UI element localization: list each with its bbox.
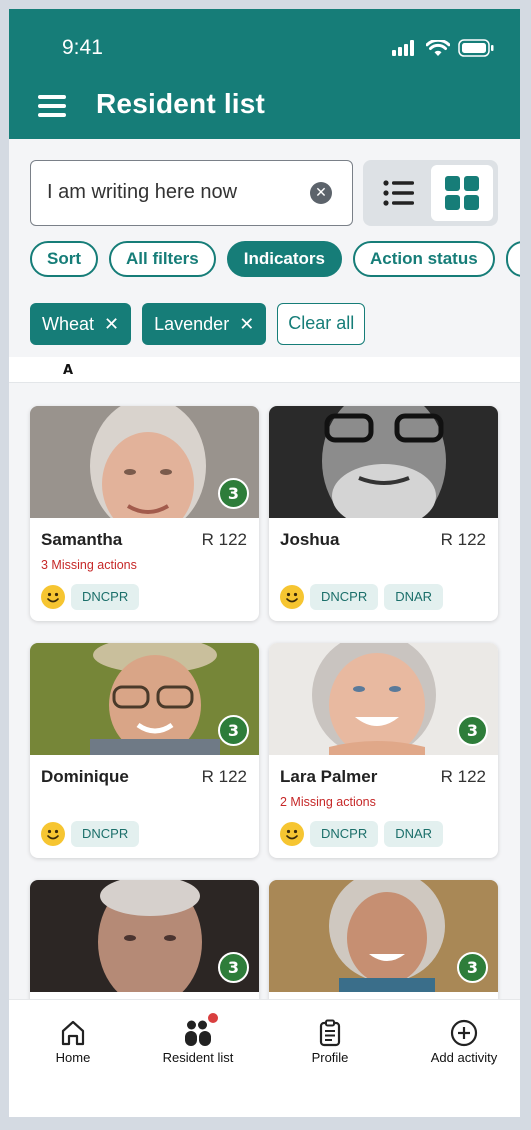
remove-filter-icon[interactable]: ✕ xyxy=(104,303,119,345)
chip-all-filters[interactable]: All filters xyxy=(109,241,216,277)
smiley-icon xyxy=(280,585,304,609)
resident-room: R 122 xyxy=(201,767,247,786)
bottom-navigation: Home Resident list Profile Add activity xyxy=(9,999,520,1117)
active-filters: Wheat ✕ Lavender ✕ Clear all xyxy=(30,303,366,345)
plus-circle-icon xyxy=(450,1019,478,1047)
page-title: Resident list xyxy=(96,88,266,119)
nav-home[interactable]: Home xyxy=(9,1000,137,1080)
search-input[interactable]: I am writing here now ✕ xyxy=(30,160,353,226)
nav-label: Profile xyxy=(311,1050,349,1065)
filter-tag-label: Wheat xyxy=(42,314,95,334)
missing-actions-text: 3 Missing actions xyxy=(41,558,137,572)
resident-room: R 122 xyxy=(201,530,247,549)
notification-count-badge: 3 xyxy=(218,715,249,746)
resident-room: R 122 xyxy=(440,767,486,786)
home-icon xyxy=(61,1020,85,1046)
signal-icon xyxy=(392,40,414,56)
nav-profile[interactable]: Profile xyxy=(266,1000,394,1080)
indicator-tag: DNCPR xyxy=(310,821,379,847)
residents-icon xyxy=(185,1020,211,1046)
resident-name: Lara Palmer xyxy=(280,767,378,786)
notification-count-badge: 3 xyxy=(218,952,249,983)
wifi-icon xyxy=(426,39,450,56)
nav-add-activity[interactable]: Add activity xyxy=(400,1000,520,1080)
smiley-icon xyxy=(280,822,304,846)
resident-card[interactable]: 3 Lara Palmer R 122 2 Missing actions DN… xyxy=(269,643,498,858)
smiley-icon xyxy=(41,822,65,846)
status-icons xyxy=(392,39,494,57)
list-view-button[interactable] xyxy=(369,166,429,220)
clear-search-icon[interactable]: ✕ xyxy=(310,182,332,204)
phone-screen: 9:41 Resident list I am writing here now… xyxy=(9,9,520,1117)
chip-sort[interactable]: Sort xyxy=(30,241,98,277)
resident-photo xyxy=(269,406,498,518)
resident-name: Dominique xyxy=(41,767,129,786)
nav-label: Home xyxy=(55,1050,91,1065)
notification-dot xyxy=(208,1013,218,1023)
indicator-row: DNCPR DNAR xyxy=(280,821,444,847)
resident-card[interactable]: 3 Samantha R 122 3 Missing actions DNCPR xyxy=(30,406,259,621)
clear-all-button[interactable]: Clear all xyxy=(277,303,366,345)
section-header: A xyxy=(9,357,520,383)
filter-chips: Sort All filters Indicators Action statu… xyxy=(30,241,520,277)
indicator-tag: DNCPR xyxy=(71,821,140,847)
grid-view-icon xyxy=(445,176,479,210)
status-time: 9:41 xyxy=(62,36,103,59)
chip-more[interactable] xyxy=(505,241,520,277)
chip-action-status[interactable]: Action status xyxy=(353,241,495,277)
indicator-tag: DNAR xyxy=(384,821,444,847)
smiley-icon xyxy=(41,585,65,609)
indicator-tag: DNCPR xyxy=(310,584,379,610)
indicator-tag: DNCPR xyxy=(71,584,140,610)
nav-label: Add activity xyxy=(430,1050,498,1065)
grid-view-button[interactable] xyxy=(431,165,493,221)
indicator-tag: DNAR xyxy=(384,584,444,610)
chip-indicators[interactable]: Indicators xyxy=(226,241,342,277)
resident-name: Joshua xyxy=(280,530,340,549)
view-toggle xyxy=(363,160,498,226)
filter-tag-lavender[interactable]: Lavender ✕ xyxy=(142,303,267,345)
resident-room: R 122 xyxy=(440,530,486,549)
notification-count-badge: 3 xyxy=(457,952,488,983)
filter-tag-label: Lavender xyxy=(154,314,230,334)
section-letter: A xyxy=(63,363,74,378)
notification-count-badge: 3 xyxy=(457,715,488,746)
battery-icon xyxy=(458,39,494,57)
indicator-row: DNCPR xyxy=(41,821,140,847)
notification-count-badge: 3 xyxy=(218,478,249,509)
resident-name: Samantha xyxy=(41,530,123,549)
indicator-row: DNCPR DNAR xyxy=(280,584,444,610)
resident-card[interactable]: 3 Dominique R 122 DNCPR xyxy=(30,643,259,858)
indicator-row: DNCPR xyxy=(41,584,140,610)
nav-label: Resident list xyxy=(162,1050,234,1065)
app-header: 9:41 Resident list xyxy=(9,9,520,139)
nav-resident-list[interactable]: Resident list xyxy=(134,1000,262,1080)
hamburger-menu-icon[interactable] xyxy=(38,95,66,117)
resident-card[interactable]: Joshua R 122 DNCPR DNAR xyxy=(269,406,498,621)
search-input-value[interactable]: I am writing here now xyxy=(47,181,237,204)
list-view-icon xyxy=(383,180,414,206)
clipboard-icon xyxy=(319,1019,341,1047)
filter-tag-wheat[interactable]: Wheat ✕ xyxy=(30,303,132,345)
remove-filter-icon[interactable]: ✕ xyxy=(239,303,254,345)
missing-actions-text: 2 Missing actions xyxy=(280,795,376,809)
